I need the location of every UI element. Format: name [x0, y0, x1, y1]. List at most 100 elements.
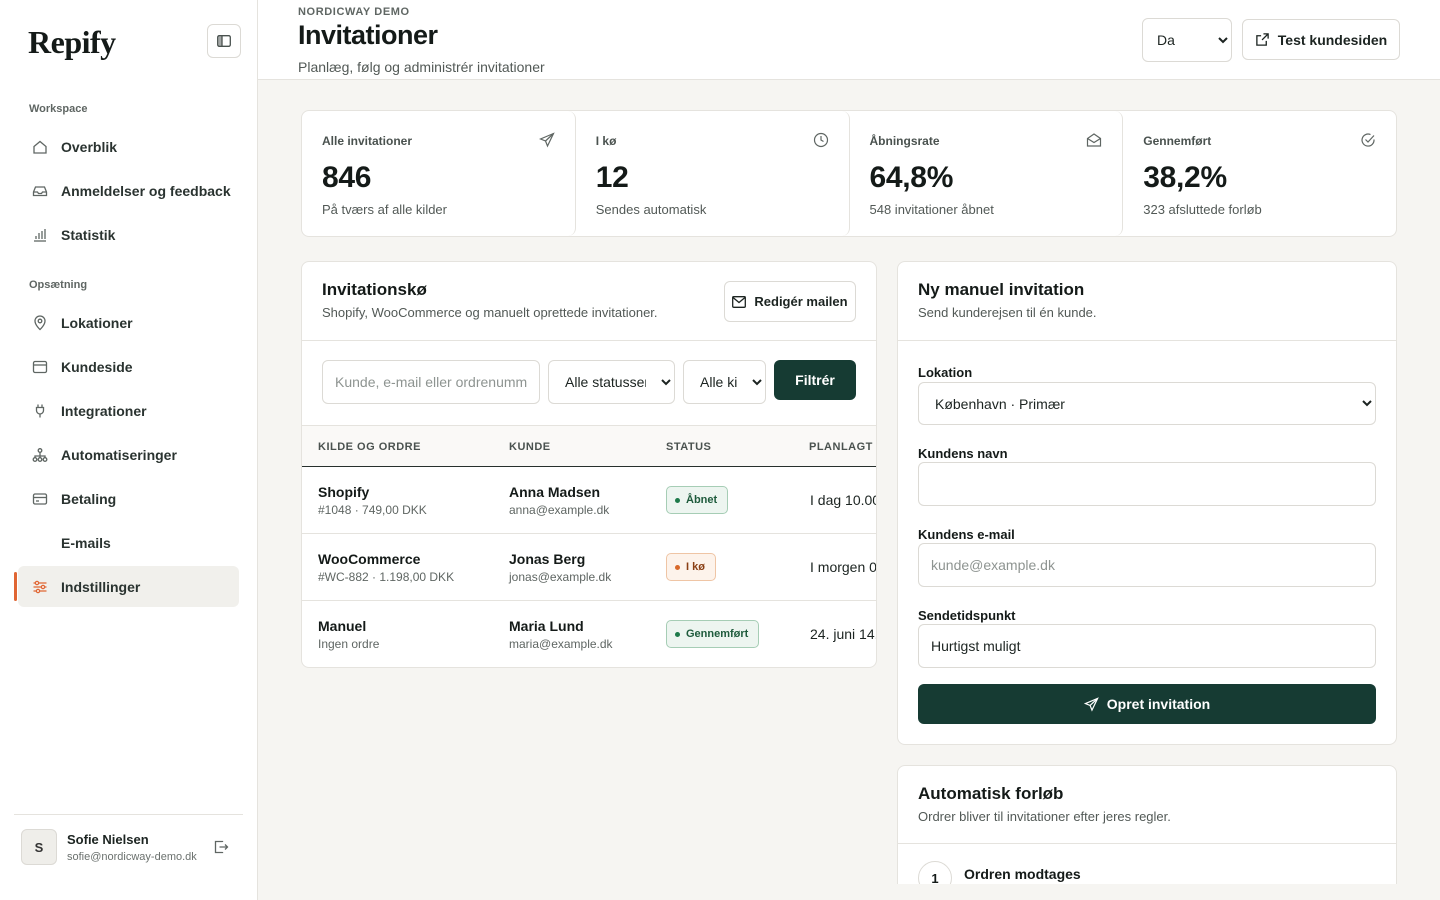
- page-title: Invitationer: [298, 20, 438, 50]
- queue-title: Invitationskø: [322, 280, 427, 299]
- nav-group-workspace: Workspace: [29, 103, 88, 115]
- map-pin-icon: [31, 314, 48, 331]
- row-planned: 24. juni 14.30: [810, 626, 876, 642]
- status-filter-select[interactable]: Alle statusser: [548, 360, 675, 404]
- source-filter-select[interactable]: Alle kilder: [683, 360, 766, 404]
- status-badge: I kø: [666, 553, 716, 581]
- stat-label: Gennemført: [1143, 134, 1212, 148]
- sidebar-item-indstillinger[interactable]: Indstillinger: [14, 566, 239, 607]
- stat-sub: Sendes automatisk: [595, 202, 707, 217]
- invitation-queue-card: Invitationskø Shopify, WooCommerce og ma…: [301, 261, 877, 668]
- app-logo[interactable]: Repify: [28, 24, 116, 61]
- customer-name-label: Kundens navn: [918, 446, 1008, 461]
- avatar[interactable]: S: [21, 829, 57, 865]
- row-order: #1048 · 749,00 DKK: [318, 503, 427, 517]
- stat-label: I kø: [595, 134, 617, 148]
- step-title: Ordren modtages: [964, 866, 1081, 882]
- sidebar-item-overblik[interactable]: Overblik: [18, 126, 239, 167]
- sidebar: Repify Workspace Overblik Anmeldelser og…: [0, 0, 258, 900]
- sidebar-item-label: Anmeldelser og feedback: [61, 182, 231, 199]
- row-order: Ingen ordre: [318, 637, 380, 651]
- send-time-input[interactable]: [918, 624, 1376, 668]
- filter-button[interactable]: Filtrér: [774, 360, 856, 400]
- column-header: KUNDE: [509, 441, 551, 453]
- sidebar-item-lokationer[interactable]: Lokationer: [18, 302, 239, 343]
- create-invitation-button[interactable]: Opret invitation: [918, 684, 1376, 724]
- stat-all-invitations: Alle invitationer 846 På tværs af alle k…: [302, 111, 576, 236]
- sidebar-item-integrationer[interactable]: Integrationer: [18, 390, 239, 431]
- test-customer-page-button[interactable]: Test kundesiden: [1242, 19, 1400, 60]
- row-order: #WC-882 · 1.198,00 DKK: [318, 570, 455, 584]
- column-header: STATUS: [666, 441, 712, 453]
- row-source: WooCommerce: [318, 551, 421, 567]
- mail-icon: [732, 295, 754, 308]
- sidebar-item-label: E-mails: [61, 534, 111, 551]
- sidebar-item-emails[interactable]: E-mails: [18, 522, 239, 563]
- stat-open-rate: Åbningsrate 64,8% 548 invitationer åbnet: [850, 111, 1124, 236]
- sliders-icon: [31, 578, 48, 595]
- bar-chart-icon: [31, 226, 48, 243]
- automation-card: Automatisk forløb Ordrer bliver til invi…: [897, 765, 1397, 900]
- stat-value: 12: [595, 161, 629, 194]
- external-link-icon: [1255, 32, 1278, 47]
- language-select[interactable]: Da: [1142, 18, 1232, 62]
- stat-queued: I kø 12 Sendes automatisk: [576, 111, 850, 236]
- mail-open-icon: [1086, 132, 1102, 148]
- sidebar-item-statistik[interactable]: Statistik: [18, 214, 239, 255]
- queue-description: Shopify, WooCommerce og manuelt opretted…: [322, 305, 658, 320]
- stats-row: Alle invitationer 846 På tværs af alle k…: [301, 110, 1397, 237]
- credit-card-icon: [31, 490, 48, 507]
- customer-email-label: Kundens e-mail: [918, 527, 1015, 542]
- user-email: sofie@nordicway-demo.dk: [67, 850, 197, 863]
- stat-sub: 323 afsluttede forløb: [1143, 202, 1262, 217]
- sidebar-item-label: Overblik: [61, 138, 118, 155]
- sidebar-collapse-button[interactable]: [207, 24, 241, 58]
- invite-description: Send kunderejsen til én kunde.: [918, 305, 1097, 320]
- column-header: PLANLAGT: [809, 441, 873, 453]
- table-header: KILDE OG ORDRE KUNDE STATUS PLANLAGT: [302, 425, 876, 467]
- browser-window-icon: [31, 358, 48, 375]
- page-header: NORDICWAY DEMO Invitationer Planlæg, føl…: [258, 0, 1440, 80]
- stat-label: Alle invitationer: [322, 134, 413, 148]
- sidebar-toggle-icon: [217, 35, 231, 47]
- clock-icon: [813, 132, 829, 148]
- column-header: KILDE OG ORDRE: [318, 441, 421, 453]
- automation-title: Automatisk forløb: [918, 784, 1064, 803]
- plug-icon: [31, 402, 48, 419]
- stat-value: 846: [322, 161, 372, 194]
- sidebar-item-anmeldelser[interactable]: Anmeldelser og feedback: [18, 170, 239, 211]
- table-row[interactable]: Manuel Ingen ordre Maria Lund maria@exam…: [302, 601, 876, 667]
- table-row[interactable]: Shopify #1048 · 749,00 DKK Anna Madsen a…: [302, 467, 876, 534]
- new-invitation-card: Ny manuel invitation Send kunderejsen ti…: [897, 261, 1397, 745]
- location-select[interactable]: København · Primær: [918, 382, 1376, 425]
- sidebar-item-betaling[interactable]: Betaling: [18, 478, 239, 519]
- sidebar-item-label: Indstillinger: [61, 578, 141, 595]
- sidebar-item-label: Kundeside: [61, 358, 133, 375]
- stat-value: 64,8%: [869, 161, 954, 194]
- customer-email-input[interactable]: [918, 543, 1376, 587]
- status-badge: Gennemført: [666, 620, 760, 648]
- row-customer: Jonas Berg: [509, 551, 586, 567]
- logout-icon[interactable]: [213, 839, 229, 855]
- stat-completed: Gennemført 38,2% 323 afsluttede forløb: [1123, 111, 1396, 236]
- stat-sub: 548 invitationer åbnet: [869, 202, 994, 217]
- table-row[interactable]: WooCommerce #WC-882 · 1.198,00 DKK Jonas…: [302, 534, 876, 601]
- page-subtitle: Planlæg, følg og administrér invitatione…: [298, 59, 545, 75]
- workspace-name: NORDICWAY DEMO: [298, 6, 410, 18]
- user-name: Sofie Nielsen: [67, 831, 149, 847]
- row-source: Shopify: [318, 484, 370, 500]
- sidebar-item-label: Betaling: [61, 490, 117, 507]
- nav-group-opsaetning: Opsætning: [29, 279, 88, 291]
- customer-name-input[interactable]: [918, 462, 1376, 506]
- row-email: jonas@example.dk: [509, 570, 612, 584]
- sidebar-item-automatiseringer[interactable]: Automatiseringer: [18, 434, 239, 475]
- home-icon: [31, 138, 48, 155]
- edit-mail-button[interactable]: Redigér mailen: [724, 281, 856, 322]
- inbox-icon: [31, 182, 48, 199]
- sidebar-item-label: Lokationer: [61, 314, 133, 331]
- send-icon: [538, 132, 555, 148]
- row-customer: Maria Lund: [509, 618, 584, 634]
- sidebar-item-kundeside[interactable]: Kundeside: [18, 346, 239, 387]
- row-customer: Anna Madsen: [509, 484, 601, 500]
- search-input[interactable]: [322, 360, 540, 404]
